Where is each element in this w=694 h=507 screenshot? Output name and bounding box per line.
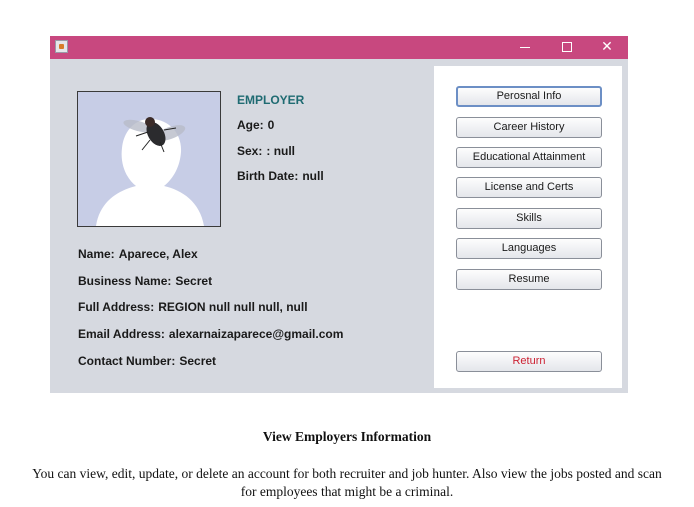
name-label: Name: <box>78 247 115 261</box>
name-value: Aparece, Alex <box>118 247 198 261</box>
caption-body: You can view, edit, update, or delete an… <box>32 466 662 499</box>
minimize-icon <box>520 46 530 48</box>
license-certs-button[interactable]: License and Certs <box>456 177 602 198</box>
address-row: Full Address: REGION null null null, null <box>78 300 308 314</box>
resume-button[interactable]: Resume <box>456 269 602 290</box>
caption-title: View Employers Information <box>262 429 432 444</box>
birth-date-row: Birth Date: null <box>237 169 324 183</box>
close-icon: ✕ <box>601 39 613 55</box>
name-row: Name: Aparece, Alex <box>78 247 198 261</box>
age-row: Age: 0 <box>237 118 274 132</box>
age-value: 0 <box>267 118 275 132</box>
age-label: Age: <box>237 118 264 132</box>
navigation-panel: Perosnal Info Career History Educational… <box>434 66 622 388</box>
birth-date-value: null <box>302 169 324 183</box>
contact-value: Secret <box>179 354 217 368</box>
address-label: Full Address: <box>78 300 155 314</box>
sex-label: Sex: <box>237 144 263 158</box>
email-row: Email Address: alexarnaizaparece@gmail.co… <box>78 327 343 341</box>
role-heading: EMPLOYER <box>237 93 305 107</box>
skills-button[interactable]: Skills <box>456 208 602 229</box>
educational-attainment-button[interactable]: Educational Attainment <box>456 147 602 168</box>
business-name-row: Business Name: Secret <box>78 274 212 288</box>
minimize-button[interactable] <box>505 36 545 59</box>
default-avatar-icon <box>78 92 220 226</box>
maximize-icon <box>562 42 572 52</box>
contact-row: Contact Number: Secret <box>78 354 216 368</box>
title-bar[interactable]: ✕ <box>50 36 628 59</box>
career-history-button[interactable]: Career History <box>456 117 602 138</box>
email-value: alexarnaizaparece@gmail.com <box>168 327 344 341</box>
contact-label: Contact Number: <box>78 354 176 368</box>
email-label: Email Address: <box>78 327 165 341</box>
app-window: ✕ EMPLOYER Age: 0 Sex:: null Birth Date: n… <box>50 36 628 393</box>
sex-row: Sex:: null <box>237 144 295 158</box>
close-button[interactable]: ✕ <box>587 36 627 59</box>
personal-info-button[interactable]: Perosnal Info <box>456 86 602 107</box>
java-app-icon <box>55 40 68 53</box>
birth-date-label: Birth Date: <box>237 169 299 183</box>
return-button[interactable]: Return <box>456 351 602 372</box>
sex-value: : null <box>266 144 296 158</box>
maximize-button[interactable] <box>547 36 587 59</box>
languages-button[interactable]: Languages <box>456 238 602 259</box>
address-value: REGION null null null, null <box>158 300 308 314</box>
business-name-label: Business Name: <box>78 274 172 288</box>
business-name-value: Secret <box>175 274 213 288</box>
profile-photo <box>77 91 221 227</box>
